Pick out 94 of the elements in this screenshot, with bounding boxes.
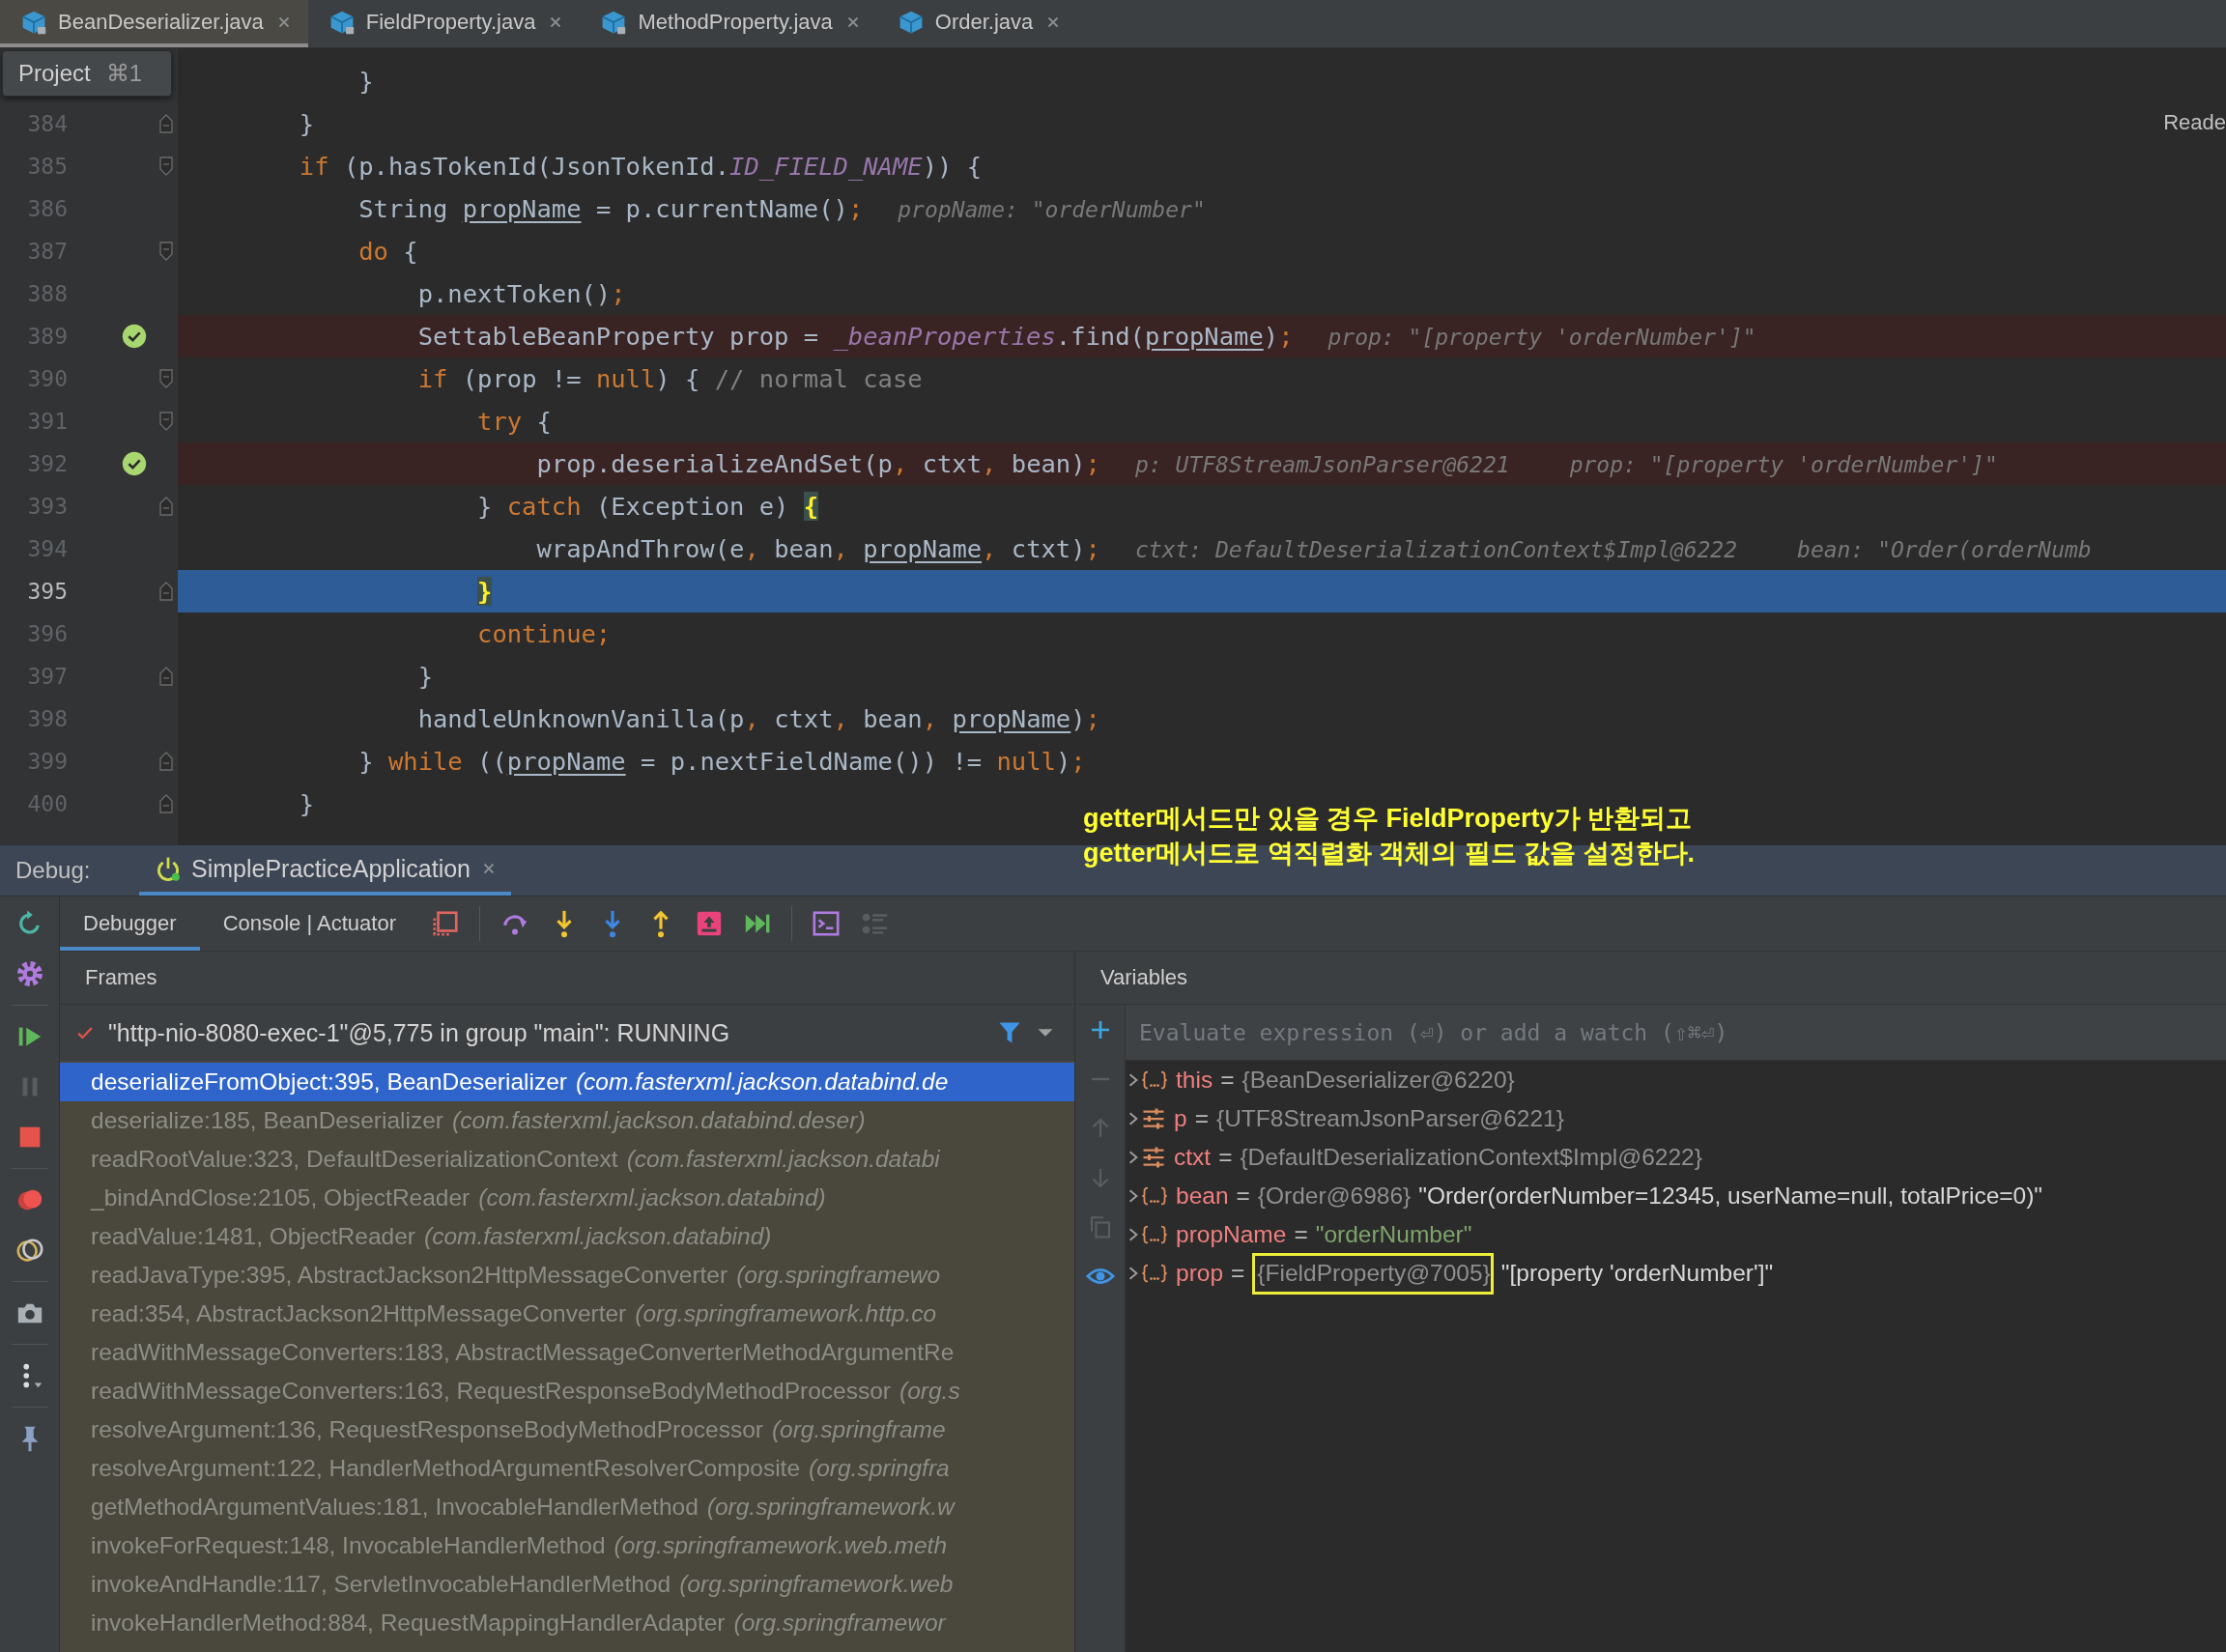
line-number: 395 [26, 579, 69, 604]
code-line: do { [357, 237, 418, 266]
expression-field[interactable]: Evaluate expression (⏎) or add a watch (⇧⌘⏎) [1126, 1005, 2226, 1061]
locked-class-icon [601, 9, 627, 35]
stack-frame[interactable]: resolveArgument:122, HandlerMethodArgumentResolverComposite (org.springfra [60, 1449, 1074, 1488]
unfold-icon[interactable] [159, 752, 173, 771]
fold-icon[interactable] [159, 369, 173, 388]
stack-frame[interactable]: getMethodArgumentValues:181, InvocableHandlerMethod (org.springframework.w [60, 1488, 1074, 1526]
code-line: } while ((propName = p.nextFieldName()) != null); [357, 747, 1086, 776]
fold-icon[interactable] [159, 412, 173, 431]
code-line: try { [476, 407, 552, 436]
unfold-icon[interactable] [159, 114, 173, 133]
restore-layout-icon[interactable] [431, 909, 460, 938]
stack-frame[interactable]: _bindAndClose:2105, ObjectReader (com.fasterxml.jackson.databind) [60, 1179, 1074, 1217]
code-line: } catch (Exception e) { [476, 492, 819, 521]
code-line: SettableBeanProperty prop = _beanProperties.find(propName); prop: "[property 'orderNumber']" [416, 322, 1756, 351]
code-line: wrapAndThrow(e, bean, propName, ctxt); ctxt: DefaultDeserializationContext$Impl@6222 bean: "Order(orderNumb [535, 534, 2092, 563]
stack-frame[interactable]: readJavaType:395, AbstractJackson2HttpMessageConverter (org.springframewo [60, 1256, 1074, 1295]
variable-name: p [1174, 1105, 1187, 1132]
variable-name: bean [1176, 1182, 1229, 1210]
code-line: } [357, 67, 374, 96]
code-line: p.nextToken(); [416, 279, 626, 308]
locked-class-icon [21, 9, 46, 35]
fold-icon[interactable] [159, 242, 173, 261]
settings-icon[interactable] [14, 959, 44, 988]
stack-frame[interactable]: deserialize:185, BeanDeserializer (com.fasterxml.jackson.databind.deser) [60, 1101, 1074, 1140]
file-tab[interactable]: BeanDeserializer.java [0, 0, 308, 47]
filter-icon[interactable] [997, 1020, 1022, 1045]
power-icon [155, 855, 182, 882]
variable-name: ctxt [1174, 1144, 1212, 1171]
shortcut-label: ⌘1 [105, 60, 143, 87]
fold-icon[interactable] [159, 157, 173, 176]
object-icon [1141, 1068, 1168, 1092]
code-line: } [298, 789, 315, 818]
breakpoint-check-icon[interactable] [122, 451, 147, 476]
code-line: continue; [476, 619, 612, 648]
class-icon [898, 9, 924, 35]
stack-frame[interactable]: deserializeFromObject:395, BeanDeserializer (com.fasterxml.jackson.databind.de [60, 1063, 1074, 1101]
breakpoint-check-icon[interactable] [122, 324, 147, 349]
variable-value: {Order@6986} [1257, 1182, 1412, 1210]
code-line: prop.deserializeAndSet(p, ctxt, bean); p: UTF8StreamJsonParser@6221 prop: "[property 'orderNumber']" [535, 449, 1998, 478]
stack-frame[interactable]: invokeAndHandle:117, ServletInvocableHandlerMethod (org.springframework.web [60, 1565, 1074, 1604]
annotation-text: getter메서드만 있을 경우 FieldProperty가 반환되고 [1083, 803, 1694, 835]
object-icon [1141, 1223, 1168, 1246]
unfold-icon[interactable] [159, 667, 173, 686]
code-line: } [298, 109, 315, 138]
equals-sign: = [1231, 1260, 1245, 1287]
code-line: if (prop != null) { // normal case [416, 364, 923, 393]
unfold-icon[interactable] [159, 582, 173, 601]
stack-frame[interactable]: read:354, AbstractJackson2HttpMessageConverter (org.springframework.http.co [60, 1295, 1074, 1333]
equals-sign: = [1194, 1105, 1209, 1132]
equals-sign: = [1218, 1144, 1233, 1171]
drop-frame-icon[interactable] [695, 909, 724, 938]
stack-frame[interactable]: readRootValue:323, DefaultDeserializationContext (com.fasterxml.jackson.databi [60, 1140, 1074, 1179]
variable-name: this [1176, 1067, 1213, 1094]
equals-sign: = [1236, 1182, 1250, 1210]
unfold-icon[interactable] [159, 497, 173, 516]
stack-frame[interactable]: resolveArgument:136, RequestResponseBodyMethodProcessor (org.springframe [60, 1410, 1074, 1449]
equals-sign: = [1220, 1067, 1235, 1094]
unfold-icon[interactable] [159, 794, 173, 813]
reader-mode-link[interactable]: Reade [2163, 110, 2226, 135]
value-description: "[property 'orderNumber']" [1500, 1260, 1774, 1287]
variable-value: {UTF8StreamJsonParser@6221} [1215, 1105, 1564, 1132]
stack-frame[interactable]: invokeHandlerMethod:884, RequestMappingHandlerAdapter (org.springframewor [60, 1604, 1074, 1642]
tooltip-label: Project [18, 60, 91, 87]
object-icon [1141, 1262, 1168, 1285]
sliders-icon [1141, 1107, 1166, 1130]
variable-value: {BeanDeserializer@6220} [1241, 1067, 1515, 1094]
annotation-text: getter메서드로 역직렬화 객체의 필드 값을 설정한다. [1083, 838, 1696, 869]
value-description: "Order(orderNumber=12345, userName=null, totalPrice=0)" [1418, 1182, 2043, 1210]
stack-frame[interactable]: readWithMessageConverters:183, AbstractMessageConverterMethodArgumentRe [60, 1333, 1074, 1372]
variables-title: Variables [1099, 964, 1188, 991]
code-line: } [416, 662, 433, 691]
debug-label: Debug: [14, 857, 92, 884]
code-line: String propName = p.currentName(); propName: "orderNumber" [357, 194, 1206, 223]
highlighted-variable-value: {FieldProperty@7005} [1252, 1252, 1494, 1295]
stack-frame[interactable]: invokeForRequest:148, InvocableHandlerMethod (org.springframework.web.meth [60, 1526, 1074, 1565]
object-icon [1141, 1184, 1168, 1208]
sliders-icon [1141, 1146, 1166, 1169]
code-line: if (p.hasTokenId(JsonTokenId.ID_FIELD_NAME)) { [298, 152, 983, 181]
variable-value: {DefaultDeserializationContext$Impl@6222} [1240, 1144, 1702, 1171]
stack-frame[interactable]: readWithMessageConverters:163, RequestResponseBodyMethodProcessor (org.s [60, 1372, 1074, 1410]
mute-breakpoints-icon[interactable] [14, 1236, 44, 1265]
variable-name: prop [1176, 1260, 1224, 1287]
thread-selector[interactable]: "http-nio-8080-exec-1"@5,775 in group "main": RUNNING [60, 1005, 1074, 1061]
evaluate-icon[interactable] [812, 909, 841, 938]
frames-title: Frames [60, 952, 1075, 1004]
debugger-tab[interactable]: Console | Actuator [199, 897, 419, 951]
string-value: "orderNumber" [1315, 1221, 1472, 1248]
equals-sign: = [1294, 1221, 1308, 1248]
stack-frame[interactable]: readValue:1481, ObjectReader (com.fasterxml.jackson.databind) [60, 1217, 1074, 1256]
code-line: handleUnknownVanilla(p, ctxt, bean, propName); [416, 704, 1100, 733]
locked-class-icon [328, 9, 355, 35]
variable-name: propName [1176, 1221, 1287, 1248]
